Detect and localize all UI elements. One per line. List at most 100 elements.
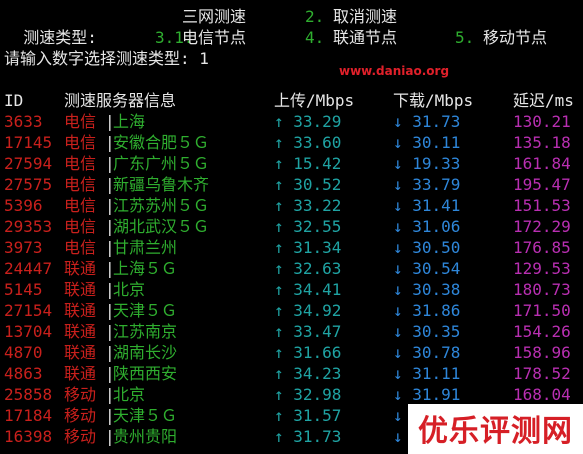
- table-row: 4870 联通 | 湖南长沙 ↑ 31.66 ↓ 30.78 158.96: [0, 342, 583, 363]
- latency-value: 129.53: [513, 259, 571, 278]
- isp-name: 联通: [64, 364, 97, 383]
- table-row: 5396 电信 | 江苏苏州５Ｇ ↑ 33.22 ↓ 31.41 151.53: [0, 195, 583, 216]
- menu-option-4-label: 联通节点: [333, 28, 398, 47]
- download-speed: ↓ 30.54: [393, 259, 461, 278]
- menu-option-3-label: 电信节点: [182, 28, 247, 47]
- download-speed: ↓ 30.50: [393, 238, 461, 257]
- server-id: 5396: [4, 196, 43, 215]
- server-location: 湖北武汉５Ｇ: [113, 217, 210, 236]
- latency-value: 151.53: [513, 196, 571, 215]
- download-speed: ↓ 33.79: [393, 175, 461, 194]
- download-speed: ↓ 31.41: [393, 196, 461, 215]
- watermark-logo: 优乐评测网: [418, 414, 573, 449]
- header-latency: 延迟/ms: [513, 91, 574, 110]
- latency-value: 195.47: [513, 175, 571, 194]
- latency-value: 180.73: [513, 280, 571, 299]
- download-speed: ↓ 31.06: [393, 217, 461, 236]
- isp-name: 电信: [64, 112, 97, 131]
- watermark-url: www.daniao.org: [339, 64, 450, 78]
- menu-option-1-label: 三网测速: [182, 7, 247, 26]
- menu-option-5-label: 移动节点: [483, 28, 548, 47]
- server-location: 北京: [113, 385, 146, 404]
- table-row: 3973 电信 | 甘肃兰州 ↑ 31.34 ↓ 30.50 176.85: [0, 237, 583, 258]
- server-location: 江苏苏州５Ｇ: [113, 196, 210, 215]
- upload-speed: ↑ 31.66: [274, 343, 342, 362]
- upload-speed: ↑ 32.63: [274, 259, 342, 278]
- latency-value: 172.29: [513, 217, 571, 236]
- upload-speed: ↑ 34.23: [274, 364, 342, 383]
- server-id: 4863: [4, 364, 43, 383]
- download-speed: ↓ 30.35: [393, 322, 461, 341]
- table-row: 29353 电信 | 湖北武汉５Ｇ ↑ 32.55 ↓ 31.06 172.29: [0, 216, 583, 237]
- server-id: 17184: [4, 406, 53, 425]
- server-id: 24447: [4, 259, 53, 278]
- isp-name: 电信: [64, 238, 97, 257]
- download-speed: ↓ 19.33: [393, 154, 461, 173]
- table-row: 25858 移动 | 北京 ↑ 32.98 ↓ 31.91 168.04: [0, 384, 583, 405]
- download-speed: ↓ 31.91: [393, 385, 461, 404]
- header-download: 下载/Mbps: [393, 91, 474, 110]
- table-row: 5145 联通 | 北京 ↑ 34.41 ↓ 30.38 180.73: [0, 279, 583, 300]
- upload-speed: ↑ 31.34: [274, 238, 342, 257]
- isp-name: 电信: [64, 175, 97, 194]
- server-id: 29353: [4, 217, 53, 236]
- server-id: 25858: [4, 385, 53, 404]
- server-id: 3973: [4, 238, 43, 257]
- table-row: 13704 联通 | 江苏南京 ↑ 33.47 ↓ 30.35 154.26: [0, 321, 583, 342]
- server-location: 天津５Ｇ: [113, 406, 178, 425]
- isp-name: 电信: [64, 217, 97, 236]
- server-id: 5145: [4, 280, 43, 299]
- isp-name: 联通: [64, 259, 97, 278]
- server-location: 陕西西安: [113, 364, 178, 383]
- table-row: 24447 联通 | 上海５Ｇ ↑ 32.63 ↓ 30.54 129.53: [0, 258, 583, 279]
- download-speed: ↓ 30.78: [393, 343, 461, 362]
- latency-value: 176.85: [513, 238, 571, 257]
- isp-name: 移动: [64, 427, 97, 446]
- latency-value: 178.52: [513, 364, 571, 383]
- upload-speed: ↑ 33.47: [274, 322, 342, 341]
- isp-name: 电信: [64, 154, 97, 173]
- latency-value: 171.50: [513, 301, 571, 320]
- menu-option-2: 2.: [305, 7, 325, 26]
- menu-option-3: 3.: [155, 28, 175, 47]
- server-id: 3633: [4, 112, 43, 131]
- upload-speed: ↑ 32.55: [274, 217, 342, 236]
- upload-speed: ↑ 31.57: [274, 406, 342, 425]
- isp-name: 电信: [64, 196, 97, 215]
- upload-speed: ↑ 34.41: [274, 280, 342, 299]
- latency-value: 130.21: [513, 112, 571, 131]
- server-id: 17145: [4, 133, 53, 152]
- upload-speed: ↑ 30.52: [274, 175, 342, 194]
- upload-speed: ↑ 32.98: [274, 385, 342, 404]
- latency-value: 161.84: [513, 154, 571, 173]
- download-speed: ↓ 31.86: [393, 301, 461, 320]
- isp-name: 联通: [64, 343, 97, 362]
- latency-value: 168.04: [513, 385, 571, 404]
- download-speed: ↓: [393, 427, 403, 446]
- upload-speed: ↑ 31.73: [274, 427, 342, 446]
- isp-name: 联通: [64, 322, 97, 341]
- menu-line-1: 测速类型:: [4, 6, 97, 47]
- table-row: 27575 电信 | 新疆乌鲁木齐 ↑ 30.52 ↓ 33.79 195.47: [0, 174, 583, 195]
- latency-value: 154.26: [513, 322, 571, 341]
- table-row: 4863 联通 | 陕西西安 ↑ 34.23 ↓ 31.11 178.52: [0, 363, 583, 384]
- server-id: 4870: [4, 343, 43, 362]
- isp-name: 联通: [64, 301, 97, 320]
- table-row: 27154 联通 | 天津５Ｇ ↑ 34.92 ↓ 31.86 171.50: [0, 300, 583, 321]
- latency-value: 135.18: [513, 133, 571, 152]
- menu-option-4: 4.: [305, 28, 325, 47]
- isp-name: 联通: [64, 280, 97, 299]
- isp-name: 电信: [64, 133, 97, 152]
- server-location: 上海５Ｇ: [113, 259, 178, 278]
- upload-speed: ↑ 34.92: [274, 301, 342, 320]
- upload-speed: ↑ 15.42: [274, 154, 342, 173]
- server-id: 13704: [4, 322, 53, 341]
- download-speed: ↓ 30.11: [393, 133, 461, 152]
- server-location: 贵州贵阳: [113, 427, 178, 446]
- table-row: 27594 电信 | 广东广州５Ｇ ↑ 15.42 ↓ 19.33 161.84: [0, 153, 583, 174]
- download-speed: ↓ 31.73: [393, 112, 461, 131]
- menu-option-2-label: 取消测速: [333, 7, 398, 26]
- server-location: 甘肃兰州: [113, 238, 178, 257]
- server-id: 27154: [4, 301, 53, 320]
- latency-value: 158.96: [513, 343, 571, 362]
